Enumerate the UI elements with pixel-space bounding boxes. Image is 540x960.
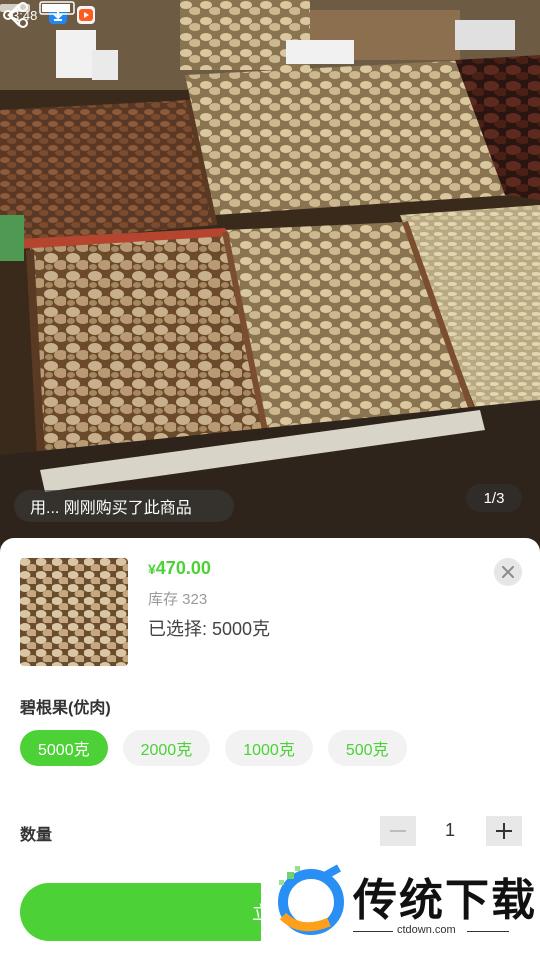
- image-counter-text: 1/3: [483, 489, 505, 507]
- stock-text: 库存 323: [148, 591, 208, 608]
- spec-option-1000g[interactable]: 1000克: [225, 730, 313, 766]
- spec-options: 5000克 2000克 1000克 500克: [20, 730, 407, 766]
- status-bar: 3:48: [0, 0, 540, 32]
- purchase-ticker-text: 用... 刚刚购买了此商品: [30, 500, 192, 517]
- site-watermark: 传统下载 ctdown.com: [261, 858, 540, 960]
- close-button[interactable]: [494, 558, 522, 586]
- spec-option-5000g[interactable]: 5000克: [20, 730, 108, 766]
- price-currency: ¥: [148, 561, 156, 577]
- watermark-url: ctdown.com: [397, 924, 456, 936]
- price-value: 470.00: [155, 558, 211, 578]
- watermark-logo-icon: [278, 864, 344, 935]
- quantity-value[interactable]: 1: [432, 820, 468, 841]
- close-icon: [502, 566, 514, 578]
- spec-option-500g[interactable]: 500克: [327, 730, 407, 766]
- spec-option-2000g[interactable]: 2000克: [122, 730, 211, 766]
- spec-title: 碧根果(优肉): [20, 700, 111, 717]
- watermark-title: 传统下载: [353, 876, 537, 925]
- purchase-ticker: 用... 刚刚购买了此商品: [14, 490, 234, 522]
- quantity-increase-button[interactable]: [486, 816, 522, 846]
- nut-display-photo: [0, 0, 540, 545]
- selected-spec-text: 已选择: 5000克: [148, 619, 271, 639]
- minus-icon: [390, 830, 406, 832]
- product-image[interactable]: 3:48 用... 刚刚购买了此商品 1/3: [0, 0, 540, 545]
- quantity-decrease-button[interactable]: [380, 816, 416, 846]
- watermark-divider-left: [353, 931, 393, 932]
- price: ¥470.00: [148, 558, 211, 579]
- watermark-divider-right: [467, 931, 509, 932]
- share-icon[interactable]: [0, 0, 32, 30]
- plus-icon: [496, 823, 512, 839]
- image-counter: 1/3: [466, 484, 522, 512]
- quantity-label: 数量: [20, 827, 53, 844]
- product-thumbnail: [20, 558, 128, 666]
